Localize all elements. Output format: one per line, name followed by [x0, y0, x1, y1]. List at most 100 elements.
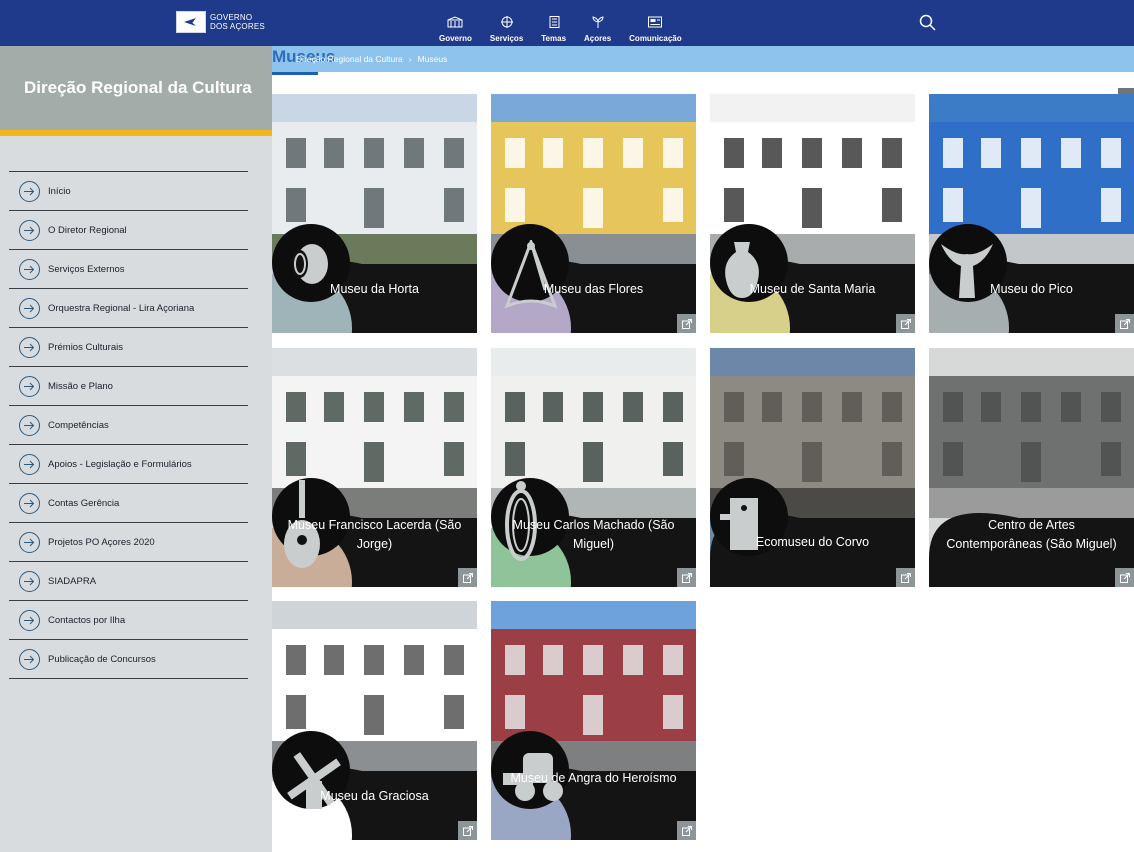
- museum-card[interactable]: Ecomuseu do Corvo: [710, 348, 915, 587]
- sidebar-item[interactable]: Orquestra Regional - Lira Açoriana: [9, 289, 248, 328]
- museum-card[interactable]: Museu de Angra do Heroísmo: [491, 601, 696, 840]
- museum-card-title: Museu da Graciosa: [320, 789, 429, 803]
- museum-card-title: Museu Carlos Machado (São Miguel): [512, 518, 675, 551]
- museum-card[interactable]: Museu da Horta: [272, 94, 477, 333]
- museum-card[interactable]: Centro de Artes Contemporâneas (São Migu…: [929, 348, 1134, 587]
- arrow-right-circle-icon: [19, 180, 40, 202]
- sidebar-item-label: Apoios - Legislação e Formulários: [48, 458, 192, 470]
- museum-card-title: Museu das Flores: [543, 282, 644, 296]
- sidebar-title: Direção Regional da Cultura: [24, 78, 252, 97]
- sidebar-item[interactable]: Contas Gerência: [9, 484, 248, 523]
- top-navigation-bar: GOVERNO DOS AÇORES Governo Serviços Tema…: [0, 0, 1134, 46]
- external-link-icon[interactable]: [896, 314, 915, 333]
- sidebar-item-label: Início: [48, 185, 71, 197]
- sidebar-item[interactable]: O Diretor Regional: [9, 211, 248, 250]
- arrow-right-circle-icon: [19, 258, 40, 280]
- museum-card-title: Museu do Pico: [990, 282, 1073, 296]
- museum-card-title: Centro de Artes Contemporâneas (São Migu…: [946, 518, 1117, 551]
- breadcrumb-current: Museus: [417, 54, 448, 64]
- nav-servicos[interactable]: Serviços: [481, 16, 532, 43]
- search-icon[interactable]: [919, 14, 936, 31]
- nav-label: Serviços: [489, 34, 524, 43]
- sidebar-item[interactable]: SIADAPRA: [9, 562, 248, 601]
- sextant-icon: [501, 237, 561, 315]
- arrow-right-circle-icon: [19, 648, 40, 670]
- sidebar-item-label: Serviços Externos: [48, 263, 125, 275]
- external-link-icon[interactable]: [677, 821, 696, 840]
- external-link-icon[interactable]: [458, 821, 477, 840]
- title-underline: [272, 72, 318, 75]
- museum-card-title: Museu de Angra do Heroísmo: [510, 771, 677, 785]
- arrow-right-circle-icon: [19, 492, 40, 514]
- arrow-right-circle-icon: [19, 570, 40, 592]
- sidebar-item-label: Prémios Culturais: [48, 341, 123, 353]
- museum-card-title: Museu da Horta: [330, 282, 419, 296]
- building-icon: [447, 16, 463, 28]
- nav-label: Açores: [584, 34, 612, 43]
- museum-card[interactable]: Museu Francisco Lacerda (São Jorge): [272, 348, 477, 587]
- sidebar-item[interactable]: Competências: [9, 406, 248, 445]
- museum-card[interactable]: Museu Carlos Machado (São Miguel): [491, 348, 696, 587]
- compass-icon: [499, 16, 515, 28]
- sidebar-item-label: O Diretor Regional: [48, 224, 127, 236]
- governo-dos-acores-logo[interactable]: GOVERNO DOS AÇORES: [176, 11, 265, 33]
- sidebar-item[interactable]: Publicação de Concursos: [9, 640, 248, 679]
- sidebar-item[interactable]: Missão e Plano: [9, 367, 248, 406]
- logo-line-2: DOS AÇORES: [210, 22, 265, 31]
- sidebar-item-label: Contas Gerência: [48, 497, 120, 509]
- arrow-right-circle-icon: [19, 297, 40, 319]
- museum-card[interactable]: Museu do Pico: [929, 94, 1134, 333]
- sidebar-item-label: Orquestra Regional - Lira Açoriana: [48, 302, 195, 314]
- sidebar-header: Direção Regional da Cultura: [0, 46, 272, 130]
- sidebar-item-label: Competências: [48, 419, 109, 431]
- external-link-icon[interactable]: [1115, 568, 1134, 587]
- sidebar-item-label: Contactos por Ilha: [48, 614, 126, 626]
- breadcrumb-link-direcao[interactable]: Direção Regional da Cultura: [296, 54, 403, 64]
- logo-bird-icon: [176, 11, 206, 33]
- museum-card-title: Museu Francisco Lacerda (São Jorge): [287, 518, 462, 551]
- nav-label: Comunicação: [629, 34, 682, 43]
- nav-label: Temas: [541, 34, 567, 43]
- newspaper-icon: [647, 16, 663, 28]
- nav-label: Governo: [439, 34, 472, 43]
- external-link-icon[interactable]: [458, 568, 477, 587]
- breadcrumb: Direção Regional da Cultura › Museus: [296, 54, 447, 64]
- museum-card[interactable]: Museu da Graciosa: [272, 601, 477, 840]
- sidebar-item[interactable]: Início: [9, 172, 248, 211]
- external-link-icon[interactable]: [896, 568, 915, 587]
- plant-icon: [590, 16, 606, 28]
- arrow-right-circle-icon: [19, 531, 40, 553]
- nav-comunicacao[interactable]: Comunicação: [620, 16, 690, 43]
- sidebar-item[interactable]: Prémios Culturais: [9, 328, 248, 367]
- nav-temas[interactable]: Temas: [532, 16, 575, 43]
- nav-acores[interactable]: Açores: [575, 16, 620, 43]
- external-link-icon[interactable]: [677, 568, 696, 587]
- sidebar-item[interactable]: Serviços Externos: [9, 250, 248, 289]
- external-link-icon[interactable]: [1115, 314, 1134, 333]
- museum-card[interactable]: Museu das Flores: [491, 94, 696, 333]
- chevron-right-icon: ›: [408, 54, 412, 64]
- sidebar-item-label: Publicação de Concursos: [48, 653, 156, 665]
- arrow-right-circle-icon: [19, 375, 40, 397]
- main-nav: Governo Serviços Temas Açores Comunicaçã…: [430, 16, 691, 43]
- sidebar-item-label: SIADAPRA: [48, 575, 97, 587]
- arrow-right-circle-icon: [19, 219, 40, 241]
- museum-card-title: Ecomuseu do Corvo: [755, 535, 870, 549]
- sidebar-menu: Início O Diretor Regional Serviços Externo…: [9, 171, 248, 679]
- sidebar-item[interactable]: Contactos por Ilha: [9, 601, 248, 640]
- sidebar-item-label: Projetos PO Açores 2020: [48, 536, 155, 548]
- sidebar-item-label: Missão e Plano: [48, 380, 113, 392]
- arrow-right-circle-icon: [19, 336, 40, 358]
- sidebar-item[interactable]: Apoios - Legislação e Formulários: [9, 445, 248, 484]
- sidebar-item[interactable]: Projetos PO Açores 2020: [9, 523, 248, 562]
- museum-card-title: Museu de Santa Maria: [749, 282, 876, 296]
- external-link-icon[interactable]: [677, 314, 696, 333]
- document-list-icon: [546, 16, 562, 28]
- museum-card[interactable]: Museu de Santa Maria: [710, 94, 915, 333]
- arrow-right-circle-icon: [19, 414, 40, 436]
- sidebar: Direção Regional da Cultura Início O Dire…: [0, 46, 272, 852]
- arrow-right-circle-icon: [19, 609, 40, 631]
- arrow-right-circle-icon: [19, 453, 40, 475]
- logo-line-1: GOVERNO: [210, 13, 253, 22]
- nav-governo[interactable]: Governo: [430, 16, 481, 43]
